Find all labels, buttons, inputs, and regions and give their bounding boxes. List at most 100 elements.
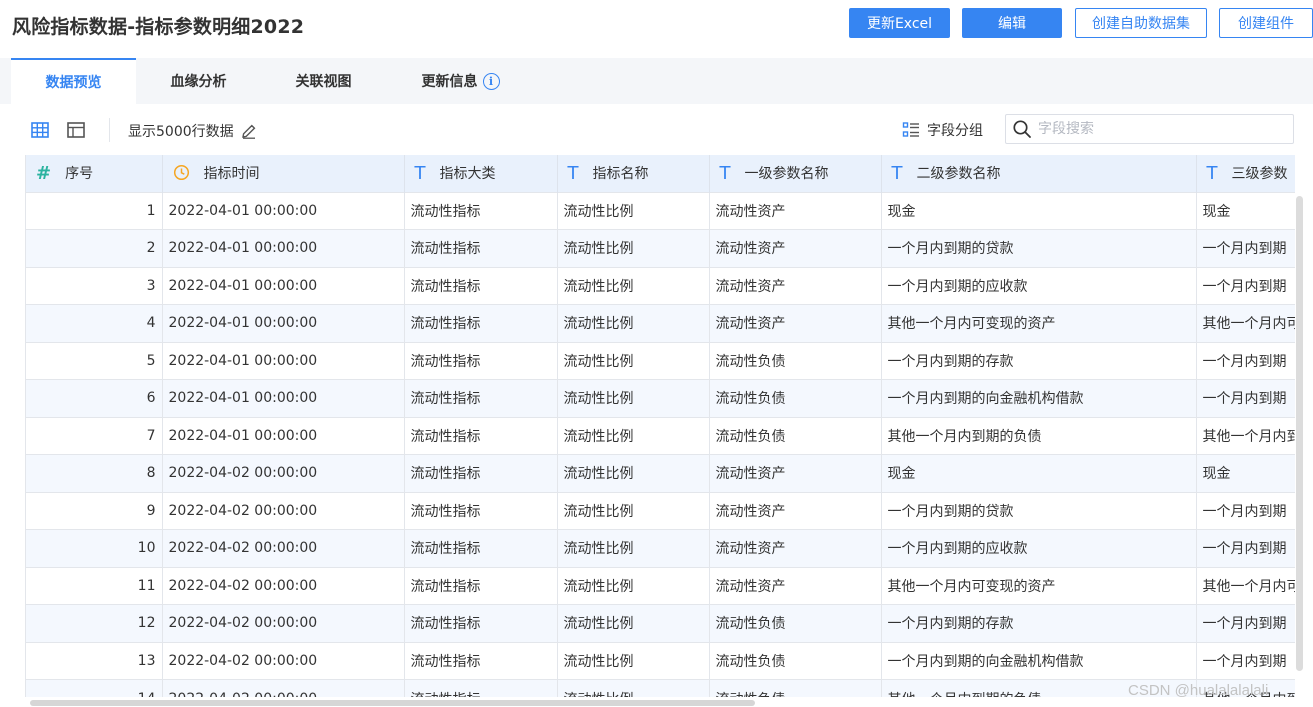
clock-type-icon — [173, 163, 190, 184]
column-header-level2-param[interactable]: T 二级参数名称 — [881, 155, 1197, 192]
create-component-button[interactable]: 创建组件 — [1219, 8, 1313, 38]
table-cell: 2022-04-02 00:00:00 — [162, 491, 405, 530]
table-cell: 流动性负债 — [709, 679, 882, 697]
tab-related-view[interactable]: 关联视图 — [275, 58, 372, 104]
table-cell: 现金 — [881, 454, 1197, 492]
table-cell: 一个月内到期的应收款 — [881, 266, 1197, 305]
table-cell: 一个月内到期 — [1196, 604, 1295, 642]
edit-pencil-icon[interactable] — [240, 122, 258, 140]
number-type-icon: # — [36, 163, 52, 184]
layout-view-icon[interactable] — [66, 120, 86, 140]
table-cell: 流动性比例 — [557, 304, 710, 342]
table-row[interactable]: 8 2022-04-02 00:00:00 流动性指标 流动性比例 流动性资产 现金 现金 — [26, 454, 1295, 492]
table-cell: 流动性资产 — [709, 191, 882, 230]
create-dataset-button[interactable]: 创建自助数据集 — [1075, 8, 1207, 38]
table-cell: 2022-04-01 00:00:00 — [162, 229, 405, 267]
tab-update-info[interactable]: 更新信息 i — [408, 58, 513, 104]
tab-label: 更新信息 — [421, 74, 478, 90]
table-cell: 流动性指标 — [404, 604, 558, 642]
table-row[interactable]: 10 2022-04-02 00:00:00 流动性指标 流动性比例 流动性资产 一个月内… — [26, 529, 1295, 567]
field-group-icon — [902, 122, 919, 137]
row-index-cell: 7 — [26, 416, 163, 455]
row-index-cell: 4 — [26, 304, 163, 342]
table-cell: 流动性指标 — [404, 266, 558, 305]
table-cell: 其他一个月内可 — [1196, 304, 1295, 342]
table-cell: 流动性资产 — [709, 229, 882, 267]
table-cell: 流动性负债 — [709, 604, 882, 642]
table-cell: 一个月内到期 — [1196, 379, 1295, 417]
table-cell: 流动性指标 — [404, 679, 558, 697]
field-search-input[interactable] — [1038, 121, 1278, 137]
row-index-cell: 10 — [26, 529, 163, 567]
table-cell: 流动性比例 — [557, 229, 710, 267]
table-cell: 其他一个月内到 — [1196, 416, 1295, 455]
table-row[interactable]: 142022-04-02 00:00:00流动性指标流动性比例流动性负债其他一个… — [26, 679, 1295, 697]
info-icon[interactable]: i — [482, 72, 500, 90]
table-cell: 2022-04-02 00:00:00 — [162, 679, 405, 697]
table-cell: 流动性指标 — [404, 529, 558, 567]
table-cell: 流动性指标 — [404, 229, 558, 267]
table-row[interactable]: 5 2022-04-01 00:00:00 流动性指标 流动性比例 流动性负债 一个月内到… — [26, 341, 1295, 380]
table-header-row: # 序号 指标时间 T 指标大类 T 指标名称 T 一级参数名称 T 二级参数名称 T 三级… — [26, 155, 1295, 192]
column-header-level3-param[interactable]: T 三级参数 — [1196, 155, 1295, 192]
row-index-cell: 11 — [26, 566, 163, 605]
vertical-scrollbar[interactable] — [1296, 196, 1303, 671]
tab-label: 关联视图 — [295, 74, 352, 90]
table-cell: 流动性比例 — [557, 266, 710, 305]
table-row[interactable]: 4 2022-04-01 00:00:00 流动性指标 流动性比例 流动性资产 其他一个月… — [26, 304, 1295, 342]
table-cell: 流动性比例 — [557, 679, 710, 697]
table-cell: 一个月内到期的存款 — [881, 604, 1197, 642]
text-type-icon: T — [1206, 163, 1218, 184]
edit-button[interactable]: 编辑 — [962, 8, 1062, 38]
tab-data-preview[interactable]: 数据预览 — [11, 58, 136, 104]
field-search-box[interactable] — [1005, 114, 1294, 144]
table-cell: 流动性比例 — [557, 416, 710, 455]
table-cell: 流动性指标 — [404, 566, 558, 605]
row-index-cell: 9 — [26, 491, 163, 530]
table-row[interactable]: 13 2022-04-02 00:00:00 流动性指标 流动性比例 流动性负债 一个月内… — [26, 641, 1295, 680]
table-cell: 流动性资产 — [709, 491, 882, 530]
table-cell: 其他一个月内可变现的资产 — [881, 566, 1197, 605]
table-cell: 2022-04-01 00:00:00 — [162, 266, 405, 305]
table-cell: 现金 — [1196, 454, 1295, 492]
column-header-time[interactable]: 指标时间 — [162, 155, 405, 192]
table-cell: 流动性比例 — [557, 604, 710, 642]
table-cell: 流动性比例 — [557, 491, 710, 530]
table-cell: 2022-04-01 00:00:00 — [162, 379, 405, 417]
table-cell: 流动性资产 — [709, 266, 882, 305]
table-cell: 其他一个月内到期的负债 — [881, 416, 1197, 455]
table-cell: 其他一个月内可变现的资产 — [881, 304, 1197, 342]
update-excel-button[interactable]: 更新Excel — [849, 8, 950, 38]
column-header-index[interactable]: # 序号 — [26, 155, 163, 192]
field-group-button[interactable]: 字段分组 — [902, 120, 983, 140]
row-index-cell: 14 — [26, 679, 163, 697]
grid-view-icon[interactable] — [30, 120, 50, 140]
table-row[interactable]: 6 2022-04-01 00:00:00 流动性指标 流动性比例 流动性负债 一个月内到… — [26, 379, 1295, 417]
row-index-cell: 5 — [26, 341, 163, 380]
column-header-category[interactable]: T 指标大类 — [404, 155, 558, 192]
column-header-level1-param[interactable]: T 一级参数名称 — [709, 155, 882, 192]
tab-lineage[interactable]: 血缘分析 — [150, 58, 247, 104]
table-cell: 流动性指标 — [404, 304, 558, 342]
data-preview-table: # 序号 指标时间 T 指标大类 T 指标名称 T 一级参数名称 T 二级参数名称 T 三级… — [25, 155, 1295, 697]
table-row[interactable]: 3 2022-04-01 00:00:00 流动性指标 流动性比例 流动性资产 一个月内到… — [26, 266, 1295, 305]
table-row[interactable]: 7 2022-04-01 00:00:00 流动性指标 流动性比例 流动性负债 其他一个月… — [26, 416, 1295, 455]
table-cell: 其他一个月内可 — [1196, 566, 1295, 605]
horizontal-scrollbar[interactable] — [30, 700, 755, 706]
table-row[interactable]: 2 2022-04-01 00:00:00 流动性指标 流动性比例 流动性资产 一个月内到… — [26, 229, 1295, 267]
column-header-indicator-name[interactable]: T 指标名称 — [557, 155, 710, 192]
table-cell: 一个月内到期 — [1196, 641, 1295, 680]
table-cell: 流动性指标 — [404, 191, 558, 230]
table-row[interactable]: 9 2022-04-02 00:00:00 流动性指标 流动性比例 流动性资产 一个月内到… — [26, 491, 1295, 530]
table-cell: 一个月内到期 — [1196, 529, 1295, 567]
watermark: CSDN @hualalalalali — [1128, 682, 1269, 699]
table-row[interactable]: 11 2022-04-02 00:00:00 流动性指标 流动性比例 流动性资产 其他一个… — [26, 566, 1295, 605]
table-cell: 一个月内到期 — [1196, 229, 1295, 267]
table-row[interactable]: 1 2022-04-01 00:00:00 流动性指标 流动性比例 流动性资产 现金 现金 — [26, 191, 1295, 230]
row-count-control[interactable]: 显示5000行数据 — [128, 121, 258, 141]
text-type-icon: T — [719, 163, 731, 184]
row-index-cell: 1 — [26, 191, 163, 230]
text-type-icon: T — [891, 163, 903, 184]
row-index-cell: 13 — [26, 641, 163, 680]
table-row[interactable]: 12 2022-04-02 00:00:00 流动性指标 流动性比例 流动性负债 一个月内… — [26, 604, 1295, 642]
